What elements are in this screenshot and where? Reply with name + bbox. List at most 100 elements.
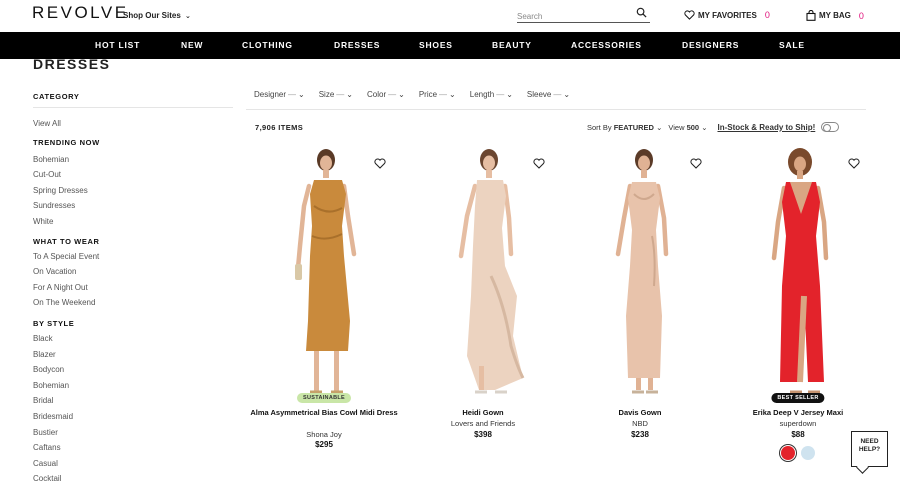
nav-hot-list[interactable]: HOT LIST bbox=[95, 40, 140, 50]
sidebar-item-special-event[interactable]: To A Special Event bbox=[33, 249, 233, 265]
view-value: 500 bbox=[686, 122, 700, 132]
chevron-down-icon: ⌄ bbox=[398, 90, 405, 99]
chevron-down-icon: ⌄ bbox=[701, 122, 708, 132]
sidebar-item-cut-out[interactable]: Cut-Out bbox=[33, 167, 233, 183]
product-card[interactable]: Davis Gown NBD $238 bbox=[562, 140, 718, 490]
product-name[interactable]: Heidi Gown bbox=[405, 408, 561, 418]
bag-icon bbox=[806, 10, 816, 21]
sidebar-item-sundresses[interactable]: Sundresses bbox=[33, 198, 233, 214]
nav-dresses[interactable]: DRESSES bbox=[334, 40, 380, 50]
search-input[interactable] bbox=[517, 8, 627, 22]
sidebar-item-bohemian-style[interactable]: Bohemian bbox=[33, 378, 233, 394]
sidebar-item-caftans[interactable]: Caftans bbox=[33, 440, 233, 456]
heart-icon[interactable] bbox=[690, 158, 702, 169]
sort-dropdown[interactable]: Sort By FEATURED ⌄ bbox=[587, 123, 662, 132]
need-help-line2: HELP? bbox=[858, 446, 881, 453]
sidebar-item-black[interactable]: Black bbox=[33, 331, 233, 347]
logo[interactable]: REVOLVE bbox=[32, 3, 129, 23]
chevron-down-icon: ⌄ bbox=[506, 90, 513, 99]
category-section: CATEGORY bbox=[33, 92, 233, 108]
filter-label: Size bbox=[318, 90, 335, 99]
top-bar: REVOLVE Shop Our Sites ⌄ MY FAVORITES 0 … bbox=[0, 0, 900, 32]
sidebar-item-cocktail[interactable]: Cocktail bbox=[33, 471, 233, 487]
shop-our-sites-dropdown[interactable]: Shop Our Sites ⌄ bbox=[123, 11, 191, 20]
sidebar-item-vacation[interactable]: On Vacation bbox=[33, 264, 233, 280]
bag-count: 0 bbox=[858, 10, 864, 21]
color-swatches bbox=[781, 446, 815, 460]
in-stock-label[interactable]: In-Stock & Ready to Ship! bbox=[717, 123, 815, 132]
my-bag-link[interactable]: MY BAG 0 bbox=[806, 10, 864, 21]
filter-length[interactable]: Length — ⌄ bbox=[470, 90, 513, 104]
my-bag-label: MY BAG bbox=[819, 11, 851, 20]
product-image[interactable] bbox=[413, 146, 553, 398]
view-label: View bbox=[668, 122, 685, 132]
sidebar-item-blazer[interactable]: Blazer bbox=[33, 347, 233, 363]
product-brand[interactable]: Lovers and Friends bbox=[405, 419, 561, 428]
sort-label: Sort By bbox=[587, 122, 612, 132]
product-card[interactable]: Heidi Gown Lovers and Friends $398 bbox=[405, 140, 561, 490]
product-brand[interactable]: NBD bbox=[562, 419, 718, 428]
nav-shoes[interactable]: SHOES bbox=[419, 40, 453, 50]
product-card[interactable]: SUSTAINABLE Alma Asymmetrical Bias Cowl … bbox=[246, 140, 402, 490]
product-brand[interactable]: superdown bbox=[720, 419, 876, 428]
nav-beauty[interactable]: BEAUTY bbox=[492, 40, 532, 50]
sidebar-item-weekend[interactable]: On The Weekend bbox=[33, 295, 233, 311]
best-seller-badge: BEST SELLER bbox=[771, 393, 825, 403]
need-help-line1: NEED bbox=[860, 438, 879, 445]
in-stock-toggle[interactable] bbox=[821, 122, 840, 132]
chevron-down-icon: ⌄ bbox=[563, 90, 571, 99]
product-brand[interactable]: Shona Joy bbox=[246, 430, 402, 439]
nav-new[interactable]: NEW bbox=[181, 40, 203, 50]
sidebar-item-bustier[interactable]: Bustier bbox=[33, 425, 233, 441]
view-dropdown[interactable]: View 500 ⌄ bbox=[668, 123, 707, 132]
heart-icon[interactable] bbox=[374, 158, 386, 169]
filter-value: — bbox=[439, 90, 448, 99]
favorites-count: 0 bbox=[764, 10, 770, 20]
trending-heading: TRENDING NOW bbox=[33, 137, 100, 147]
divider bbox=[246, 109, 866, 110]
filter-label: Designer bbox=[254, 90, 287, 99]
sidebar-item-bodycon[interactable]: Bodycon bbox=[33, 362, 233, 378]
chevron-down-icon: ⌄ bbox=[185, 13, 191, 20]
sidebar-item-spring-dresses[interactable]: Spring Dresses bbox=[33, 183, 233, 199]
what-to-wear-heading: WHAT TO WEAR bbox=[33, 236, 100, 246]
need-help-button[interactable]: NEED HELP? bbox=[851, 431, 888, 467]
product-name[interactable]: Erika Deep V Jersey Maxi bbox=[720, 408, 876, 418]
nav-clothing[interactable]: CLOTHING bbox=[242, 40, 293, 50]
nav-sale[interactable]: SALE bbox=[779, 40, 805, 50]
search-box bbox=[517, 6, 650, 23]
filter-sleeve[interactable]: Sleeve — ⌄ bbox=[527, 90, 570, 104]
product-name[interactable]: Alma Asymmetrical Bias Cowl Midi Dress bbox=[246, 408, 402, 418]
heart-icon[interactable] bbox=[848, 158, 860, 169]
filter-price[interactable]: Price — ⌄ bbox=[419, 90, 456, 104]
my-favorites-link[interactable]: MY FAVORITES 0 bbox=[684, 10, 770, 20]
swatch-light-blue[interactable] bbox=[801, 446, 815, 460]
product-image[interactable] bbox=[570, 146, 710, 398]
filter-size[interactable]: Size — ⌄ bbox=[319, 90, 353, 104]
product-name[interactable]: Davis Gown bbox=[562, 408, 718, 418]
nav-designers[interactable]: DESIGNERS bbox=[682, 40, 739, 50]
sidebar-item-view-all[interactable]: View All bbox=[33, 116, 233, 132]
sidebar-item-bridesmaid[interactable]: Bridesmaid bbox=[33, 409, 233, 425]
chevron-down-icon: ⌄ bbox=[449, 90, 456, 99]
my-favorites-label: MY FAVORITES bbox=[698, 10, 757, 20]
sidebar-item-bohemian[interactable]: Bohemian bbox=[33, 152, 233, 168]
sidebar-item-bridal[interactable]: Bridal bbox=[33, 393, 233, 409]
filter-color[interactable]: Color — ⌄ bbox=[367, 90, 405, 104]
swatch-red[interactable] bbox=[781, 446, 795, 460]
chevron-down-icon: ⌄ bbox=[298, 90, 305, 99]
heart-icon[interactable] bbox=[533, 158, 545, 169]
filter-value: — bbox=[288, 90, 297, 99]
filter-designer[interactable]: Designer — ⌄ bbox=[254, 90, 305, 104]
sidebar-item-casual[interactable]: Casual bbox=[33, 456, 233, 472]
page-title: DRESSES bbox=[33, 56, 111, 72]
sort-value: FEATURED bbox=[613, 122, 654, 132]
filter-value: — bbox=[496, 90, 505, 99]
search-icon[interactable] bbox=[636, 7, 647, 18]
sidebar-item-night-out[interactable]: For A Night Out bbox=[33, 280, 233, 296]
nav-accessories[interactable]: ACCESSORIES bbox=[571, 40, 642, 50]
product-image[interactable] bbox=[254, 146, 394, 398]
filter-label: Sleeve bbox=[526, 90, 552, 99]
sidebar-item-white[interactable]: White bbox=[33, 214, 233, 230]
product-image[interactable] bbox=[728, 146, 868, 398]
